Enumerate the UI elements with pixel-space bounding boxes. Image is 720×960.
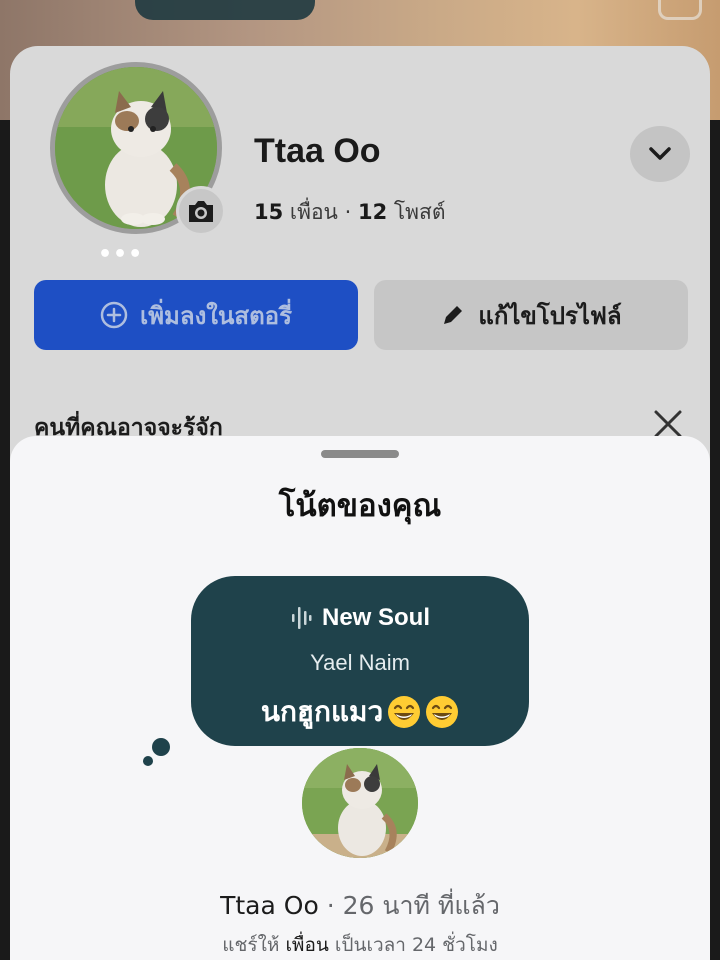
plus-circle-icon <box>100 301 128 329</box>
friends-label: เพื่อน <box>289 200 338 224</box>
add-story-label: เพิ่มลงในสตอรี่ <box>140 301 292 330</box>
note-text-row: นกฮูกแมว <box>191 690 529 734</box>
grinning-face-icon <box>388 696 421 728</box>
sheet-drag-handle[interactable] <box>321 450 399 458</box>
share-prefix: แชร์ให้ <box>222 934 280 956</box>
edit-profile-label: แก้ไขโปรไฟล์ <box>478 301 622 330</box>
share-suffix: เป็นเวลา 24 ชั่วโมง <box>334 934 498 956</box>
sheet-title: โน้ตของคุณ <box>278 488 442 524</box>
cover-edit-icon[interactable] <box>658 0 702 20</box>
stats-separator: · <box>344 200 352 224</box>
pencil-icon <box>444 306 463 324</box>
note-bottom-sheet: โน้ตของคุณ New Soul Yael Naim นกฮูกแมว T… <box>10 436 710 960</box>
bubble-tail <box>152 738 170 756</box>
note-author-avatar[interactable] <box>302 748 418 858</box>
profile-note-bubble[interactable] <box>135 0 315 20</box>
song-artist: Yael Naim <box>310 650 410 675</box>
share-audience[interactable]: เพื่อน <box>285 934 328 956</box>
grinning-face-icon <box>426 696 459 728</box>
note-music-row: New Soul <box>191 604 529 632</box>
note-text: นกฮูกแมว <box>260 695 384 728</box>
chevron-down-icon <box>649 147 671 160</box>
profile-name: Ttaa Oo <box>254 132 381 170</box>
song-title: New Soul <box>321 604 430 631</box>
note-bubble[interactable]: New Soul Yael Naim นกฮูกแมว <box>191 576 529 746</box>
more-options-dots[interactable]: ••• <box>98 242 143 267</box>
camera-icon <box>189 201 213 222</box>
profile-stats: 15 เพื่อน · 12 โพสต์ <box>254 196 445 229</box>
music-wave-icon <box>291 607 312 629</box>
bubble-tail <box>143 756 153 766</box>
posts-label: โพสต์ <box>393 200 446 224</box>
note-share-info: แชร์ให้ เพื่อน เป็นเวลา 24 ชั่วโมง <box>10 930 710 960</box>
posts-count: 12 <box>357 200 388 224</box>
add-to-story-button[interactable]: เพิ่มลงในสตอรี่ <box>34 280 358 350</box>
profile-switch-button[interactable] <box>630 126 690 182</box>
friends-count: 15 <box>254 200 284 224</box>
note-meta: Ttaa Oo · 26 นาที ที่แล้ว <box>10 886 710 926</box>
note-time-ago: · 26 นาที ที่แล้ว <box>326 891 500 920</box>
change-photo-button[interactable] <box>176 186 226 236</box>
note-author-name[interactable]: Ttaa Oo <box>220 891 319 920</box>
edit-profile-button[interactable]: แก้ไขโปรไฟล์ <box>374 280 688 350</box>
